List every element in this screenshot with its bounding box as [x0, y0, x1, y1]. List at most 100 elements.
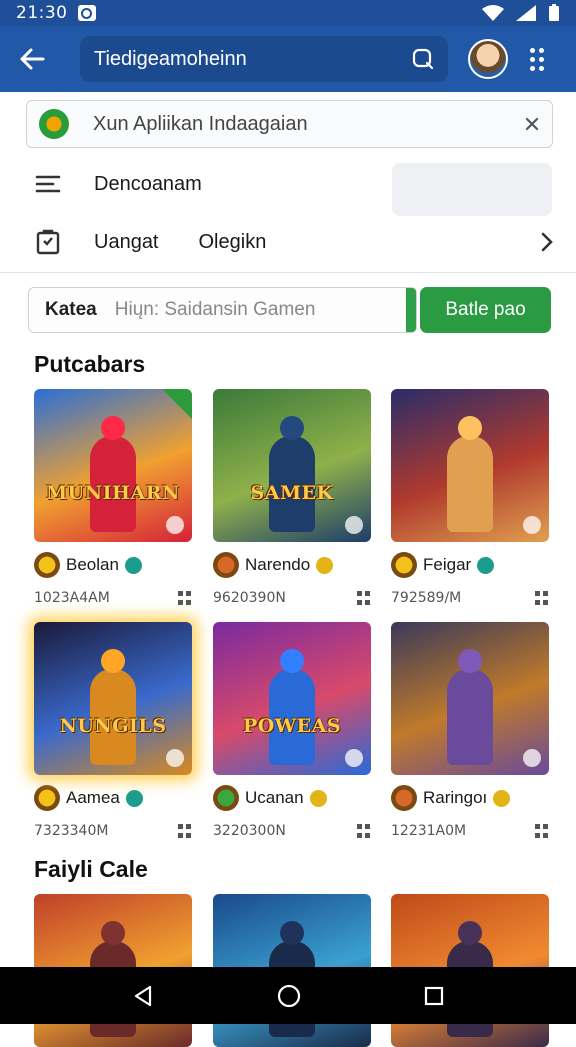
publisher-icon	[34, 552, 60, 578]
publisher-icon	[213, 785, 239, 811]
game-thumbnail[interactable]	[391, 389, 549, 542]
category-filter-input[interactable]: Katea Hiųn: Saidansin Gamen	[28, 287, 417, 333]
status-icons	[482, 4, 560, 22]
notification-icon	[77, 5, 96, 21]
install-banner-text: Xun Apliikan Indaagaian	[93, 112, 308, 135]
install-banner[interactable]: Xun Apliikan Indaagaian	[26, 100, 553, 148]
game-meta: Beolan	[34, 552, 192, 578]
character-figure	[447, 669, 493, 765]
avatar[interactable]	[468, 39, 508, 79]
game-stat: 1023A4AM	[34, 590, 110, 606]
game-card[interactable]: SAMEK Narendo 9620390N	[213, 389, 371, 606]
nav-back-icon[interactable]	[132, 985, 154, 1007]
game-thumbnail[interactable]: NUNGILS	[34, 622, 192, 775]
badge-icon	[166, 516, 184, 534]
filter-accent	[406, 288, 416, 332]
badge-icon	[345, 516, 363, 534]
menu-item-sublabel: Olegikn	[198, 230, 267, 253]
game-name: Raringoı	[423, 788, 488, 807]
more-options-icon[interactable]	[530, 47, 544, 71]
game-title-art: NUNGILS	[59, 715, 167, 737]
badge-icon	[523, 749, 541, 767]
filter-label: Katea	[45, 299, 97, 320]
game-meta: Ucanan	[213, 785, 371, 811]
publisher-icon	[391, 785, 417, 811]
corner-ribbon	[162, 389, 192, 419]
game-meta: Feigar	[391, 552, 549, 578]
badge-icon	[523, 516, 541, 534]
divider	[0, 272, 576, 273]
game-card[interactable]: NUNGILS Aamea 7323340M	[34, 622, 192, 839]
verified-icon	[316, 556, 334, 574]
badge-icon	[345, 749, 363, 767]
game-stat: 12231A0M	[391, 823, 467, 839]
game-sub: 3220300N	[213, 823, 371, 839]
game-thumbnail[interactable]	[391, 622, 549, 775]
game-thumbnail[interactable]: POWEAS	[213, 622, 371, 775]
game-stat: 3220300N	[213, 823, 286, 839]
game-card[interactable]: Feigar 792589/M	[391, 389, 549, 606]
system-nav-bar	[0, 967, 576, 1024]
options-icon[interactable]	[178, 591, 192, 605]
game-stat: 7323340M	[34, 823, 109, 839]
publisher-icon	[213, 552, 239, 578]
close-icon[interactable]	[524, 116, 540, 132]
battery-icon	[549, 4, 559, 21]
search-input[interactable]: Tiedigeamoheinn	[80, 36, 448, 82]
search-query: Tiedigeamoheinn	[94, 47, 247, 70]
game-card[interactable]: MUNIHARN Beolan 1023A4AM	[34, 389, 192, 606]
publisher-icon	[391, 552, 417, 578]
game-name: Aamea	[66, 788, 120, 807]
options-icon[interactable]	[178, 824, 192, 838]
game-sub: 1023A4AM	[34, 590, 192, 606]
options-icon[interactable]	[535, 591, 549, 605]
filter-placeholder: Hiųn: Saidansin Gamen	[114, 299, 316, 320]
game-sub: 12231A0M	[391, 823, 549, 839]
game-title-art: POWEAS	[242, 715, 342, 737]
game-meta: Raringoı	[391, 785, 549, 811]
app-bar: Tiedigeamoheinn	[0, 26, 576, 92]
verified-icon	[493, 789, 511, 807]
filter-button[interactable]: Batle pao	[420, 287, 551, 333]
game-name: Feigar	[423, 555, 472, 574]
section-title: Faiyli Cale	[34, 856, 148, 882]
game-meta: Narendo	[213, 552, 371, 578]
clipboard-icon	[34, 228, 62, 256]
verified-icon	[477, 556, 495, 574]
options-icon[interactable]	[357, 591, 371, 605]
menu-item-label: Dencoanam	[94, 172, 202, 195]
game-card[interactable]: Raringoı 12231A0M	[391, 622, 549, 839]
clock: 21:30	[16, 3, 68, 23]
verified-icon	[309, 789, 327, 807]
chevron-right-icon	[541, 232, 553, 252]
character-figure	[447, 436, 493, 532]
status-bar: 21:30	[0, 0, 576, 26]
game-thumbnail[interactable]: MUNIHARN	[34, 389, 192, 542]
game-meta: Aamea	[34, 785, 192, 811]
verified-icon	[125, 789, 143, 807]
back-button[interactable]	[14, 41, 50, 77]
nav-home-icon[interactable]	[277, 984, 301, 1008]
game-title-art: SAMEK	[250, 482, 334, 504]
nav-recents-icon[interactable]	[424, 986, 444, 1006]
game-name: Beolan	[66, 555, 119, 574]
verified-icon	[124, 556, 142, 574]
game-stat: 792589/M	[391, 590, 462, 606]
menu-item-account[interactable]: Uangat Olegikn	[34, 228, 554, 256]
wifi-icon	[482, 5, 504, 21]
game-sub: 9620390N	[213, 590, 371, 606]
options-icon[interactable]	[357, 824, 371, 838]
menu-item-label: Uangat	[94, 230, 159, 253]
options-icon[interactable]	[535, 824, 549, 838]
signal-icon	[516, 5, 536, 21]
game-name: Narendo	[245, 555, 311, 574]
badge-icon	[166, 749, 184, 767]
game-card[interactable]: POWEAS Ucanan 3220300N	[213, 622, 371, 839]
arrow-left-icon	[20, 48, 45, 70]
game-sub: 7323340M	[34, 823, 192, 839]
game-name: Ucanan	[245, 788, 304, 807]
search-icon[interactable]	[412, 48, 434, 70]
game-thumbnail[interactable]: SAMEK	[213, 389, 371, 542]
app-logo-icon	[39, 109, 69, 139]
game-stat: 9620390N	[213, 590, 286, 606]
